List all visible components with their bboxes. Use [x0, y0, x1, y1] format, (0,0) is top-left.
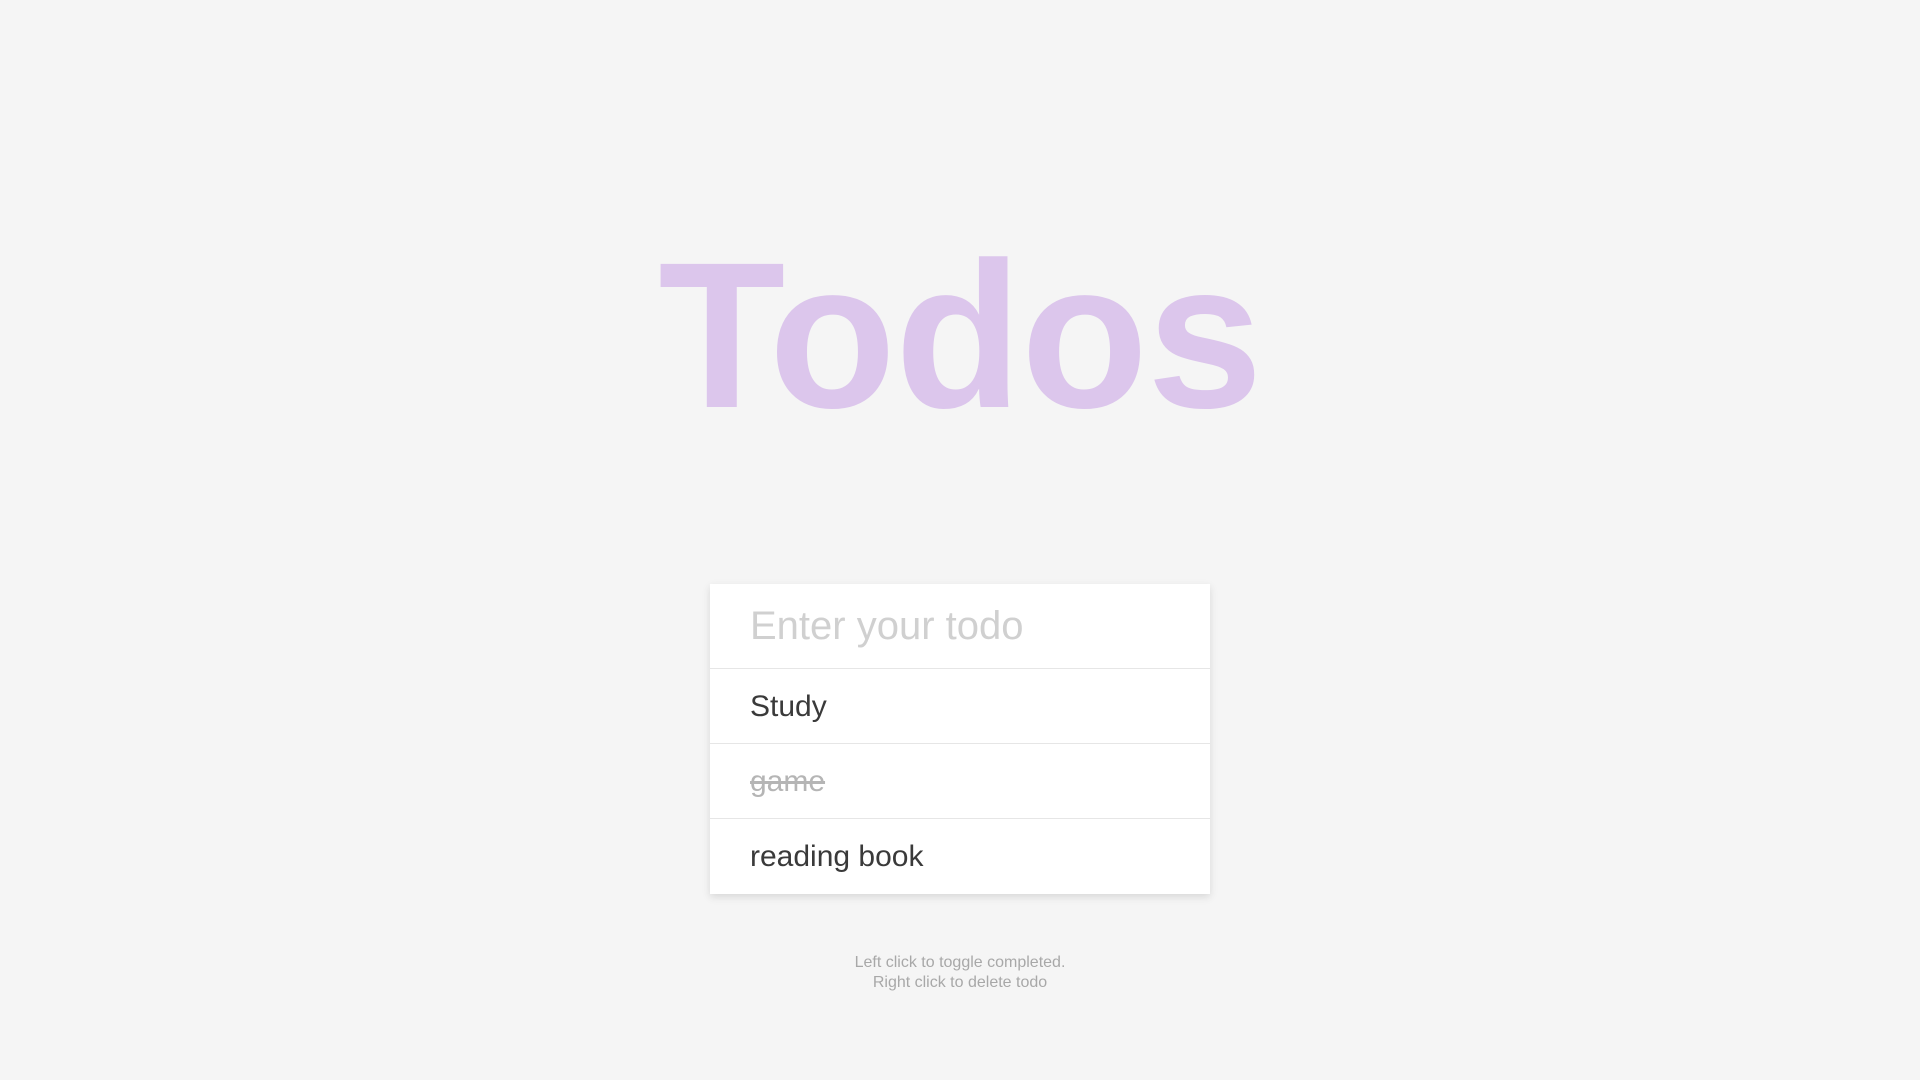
todo-app: Todos Study game reading book Left click… — [0, 0, 1920, 1080]
page-title: Todos — [658, 220, 1262, 452]
todo-card: Study game reading book — [710, 584, 1210, 894]
todo-item-game[interactable]: game — [710, 744, 1210, 819]
todo-item-study[interactable]: Study — [710, 669, 1210, 744]
hint-line-toggle: Left click to toggle completed. — [854, 954, 1066, 971]
hint-line-delete: Right click to delete todo — [872, 974, 1048, 991]
usage-hint: Left click to toggle completed. Right cl… — [0, 953, 1920, 993]
todo-list: Study game reading book — [710, 669, 1210, 894]
todo-input[interactable] — [710, 584, 1210, 669]
todo-item-reading-book[interactable]: reading book — [710, 819, 1210, 894]
